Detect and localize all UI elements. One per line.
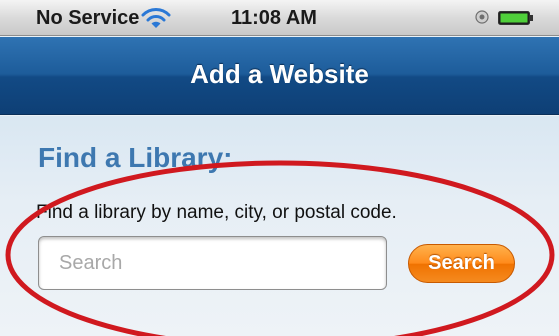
status-time: 11:08 AM <box>231 7 317 29</box>
navigation-bar: Add a Website <box>0 37 559 115</box>
helper-text: Find a library by name, city, or postal … <box>36 202 397 223</box>
nav-title: Add a Website <box>190 59 369 89</box>
lock-icon <box>475 10 489 24</box>
library-search-input[interactable] <box>38 236 387 290</box>
section-heading: Find a Library: <box>38 142 233 173</box>
status-bar: No Service 11:08 AM <box>0 0 559 36</box>
battery-icon <box>498 11 533 25</box>
carrier-label: No Service <box>36 7 140 29</box>
wifi-icon <box>141 8 171 28</box>
search-button[interactable]: Search <box>408 244 515 283</box>
find-library-section: Find a Library: Find a library by name, … <box>0 116 559 336</box>
